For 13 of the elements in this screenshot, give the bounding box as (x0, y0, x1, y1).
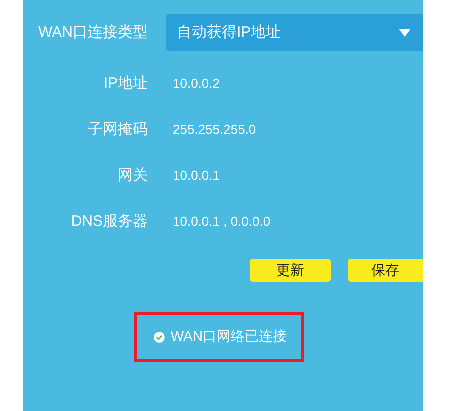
field-value: 10.0.0.1 , 0.0.0.0 (172, 214, 272, 228)
caret-icon (399, 28, 411, 36)
field-value: 255.255.255.0 (172, 122, 258, 136)
field-value: 10.0.0.2 (172, 76, 221, 90)
field-label: WAN口连接类型 (38, 23, 148, 42)
status-text: WAN口网络已连接 (170, 328, 287, 346)
field-label: 子网掩码 (88, 120, 148, 140)
field-label: IP地址 (104, 74, 148, 94)
refresh-button[interactable]: 更新 (250, 259, 331, 282)
field-label: DNS服务器 (71, 212, 148, 232)
field-label: 网关 (118, 166, 148, 186)
save-button[interactable]: 保存 (348, 259, 423, 282)
field-value: 10.0.0.1 (172, 168, 221, 182)
